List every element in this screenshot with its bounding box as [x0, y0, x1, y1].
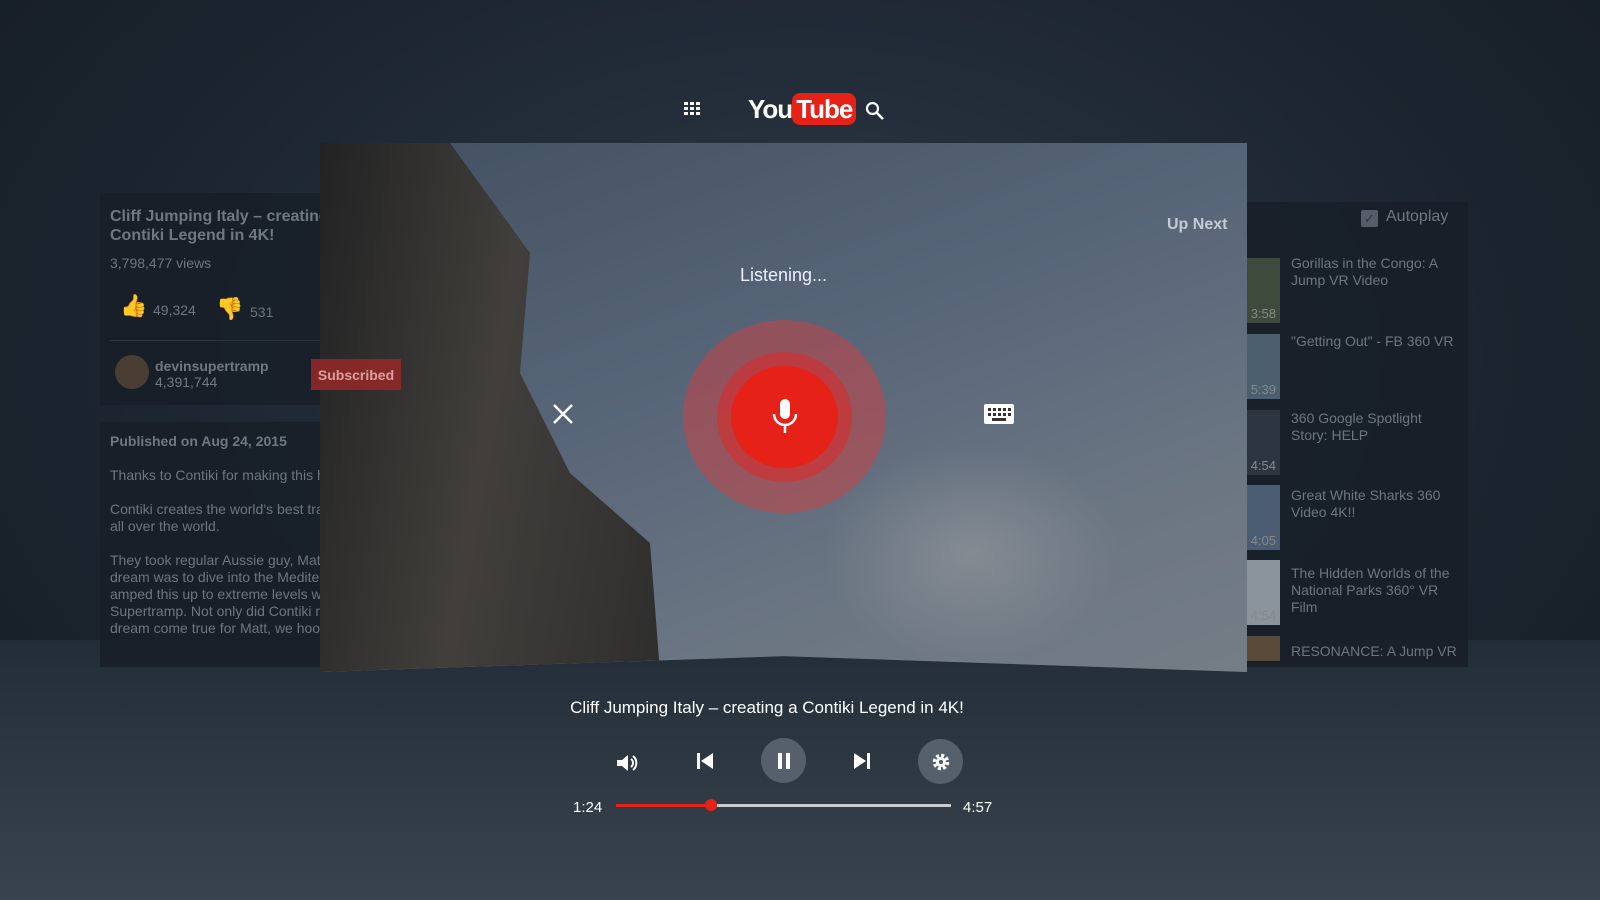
- listening-status: Listening...: [739, 265, 828, 285]
- settings-button[interactable]: [918, 739, 963, 784]
- seek-bar-progress: [616, 804, 711, 807]
- autoplay-checkbox[interactable]: ✓: [1361, 210, 1378, 227]
- keyboard-icon[interactable]: [984, 404, 1014, 429]
- up-next-title[interactable]: 360 Google Spotlight Story: HELP: [1291, 410, 1461, 444]
- like-count: 49,324: [153, 302, 196, 318]
- up-next-title[interactable]: The Hidden Worlds of the National Parks …: [1291, 565, 1461, 616]
- current-time: 1:24: [573, 799, 603, 816]
- autoplay-label: Autoplay: [1386, 208, 1449, 225]
- gear-icon: [932, 753, 949, 770]
- published-date: Published on Aug 24, 2015: [110, 433, 287, 449]
- next-icon[interactable]: [847, 746, 877, 776]
- youtube-logo[interactable]: You Tube: [748, 93, 857, 125]
- search-icon[interactable]: [865, 101, 885, 126]
- seek-bar[interactable]: [616, 799, 951, 811]
- player-video-title: Cliff Jumping Italy – creating a Contiki…: [570, 698, 964, 717]
- channel-name[interactable]: devinsupertramp: [155, 358, 269, 375]
- pause-icon: [777, 752, 790, 769]
- volume-icon[interactable]: [612, 748, 642, 778]
- top-bar: You Tube: [680, 92, 900, 132]
- dislike-count: 531: [250, 304, 274, 320]
- thumbs-down-icon[interactable]: 👎: [216, 296, 243, 322]
- subscribe-button[interactable]: Subscribed: [311, 359, 401, 390]
- up-next-title[interactable]: Great White Sharks 360 Video 4K!!: [1291, 487, 1461, 521]
- microphone-icon: [772, 399, 797, 433]
- subscriber-count: 4,391,744: [155, 374, 218, 390]
- up-next-title[interactable]: RESONANCE: A Jump VR Video: [1291, 643, 1461, 661]
- avatar[interactable]: [115, 355, 149, 389]
- close-icon[interactable]: [552, 403, 574, 430]
- total-time: 4:57: [963, 799, 993, 816]
- up-next-label: Up Next: [1167, 216, 1228, 233]
- up-next-title[interactable]: "Getting Out" - FB 360 VR: [1291, 333, 1461, 350]
- previous-icon[interactable]: [690, 746, 720, 776]
- thumbs-up-icon[interactable]: 👍: [120, 293, 147, 319]
- seek-handle[interactable]: [704, 799, 717, 811]
- pause-button[interactable]: [761, 738, 806, 783]
- mic-button[interactable]: [731, 366, 838, 468]
- apps-grid-icon[interactable]: [684, 102, 701, 121]
